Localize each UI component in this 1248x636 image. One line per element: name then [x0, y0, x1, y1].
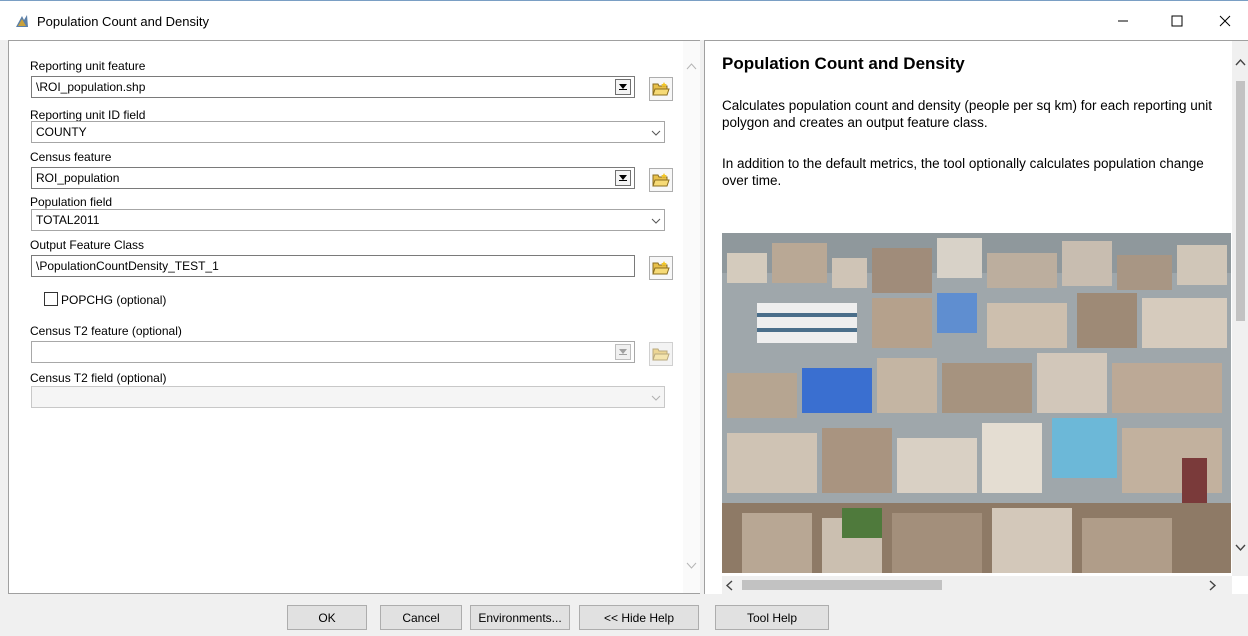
census-t2-field-select[interactable] [31, 386, 665, 408]
window-title: Population Count and Density [37, 14, 210, 29]
reporting-unit-feature-dropdown[interactable] [615, 79, 631, 95]
maximize-button[interactable] [1154, 7, 1200, 35]
close-button[interactable] [1202, 7, 1248, 35]
census-feature-browse-button[interactable] [649, 168, 673, 192]
reporting-unit-feature-browse-button[interactable] [649, 77, 673, 101]
help-horizontal-scroll-thumb[interactable] [742, 580, 942, 590]
reporting-unit-id-field-label: Reporting unit ID field [30, 108, 146, 122]
help-horizontal-scrollbar[interactable] [722, 576, 1232, 594]
dropdown-arrow-icon [619, 175, 627, 181]
parameter-panel: Reporting unit feature \ROI_population.s… [8, 40, 700, 594]
reporting-unit-feature-label: Reporting unit feature [30, 59, 146, 73]
hide-help-button[interactable]: << Hide Help [579, 605, 699, 630]
city-illustration-image [722, 233, 1231, 573]
help-description-extra: In addition to the default metrics, the … [722, 156, 1204, 188]
ok-button[interactable]: OK [287, 605, 367, 630]
folder-open-icon [652, 348, 670, 361]
census-feature-dropdown[interactable] [615, 170, 631, 186]
minimize-icon [1118, 20, 1128, 22]
reporting-unit-id-field-select[interactable]: COUNTY [31, 121, 665, 143]
population-field-label: Population field [30, 195, 113, 209]
dropdown-arrow-icon [619, 84, 627, 90]
folder-open-icon [652, 173, 670, 187]
arcgis-tool-icon [14, 13, 30, 29]
census-t2-feature-input[interactable] [31, 341, 635, 363]
population-field-select[interactable]: TOTAL2011 [31, 209, 665, 231]
census-t2-field-label: Census T2 field (optional) [30, 371, 167, 385]
help-description: Calculates population count and density … [722, 98, 1213, 130]
chevron-down-icon [651, 395, 661, 401]
tool-help-button[interactable]: Tool Help [715, 605, 829, 630]
census-t2-feature-dropdown[interactable] [615, 344, 631, 360]
dropdown-arrow-icon [619, 349, 627, 355]
scroll-up-icon[interactable] [686, 62, 697, 70]
minimize-button[interactable] [1100, 7, 1146, 35]
census-t2-feature-label: Census T2 feature (optional) [30, 324, 182, 338]
folder-open-icon [652, 261, 670, 275]
cancel-button[interactable]: Cancel [380, 605, 462, 630]
scroll-left-icon[interactable] [725, 580, 733, 591]
output-feature-class-input[interactable]: \PopulationCountDensity_TEST_1 [31, 255, 635, 277]
reporting-unit-feature-input[interactable]: \ROI_population.shp [31, 76, 635, 98]
help-vertical-scroll-thumb[interactable] [1236, 81, 1245, 321]
scroll-down-icon[interactable] [686, 562, 697, 570]
help-title: Population Count and Density [722, 54, 965, 73]
folder-open-icon [652, 82, 670, 96]
maximize-icon [1171, 15, 1183, 27]
output-feature-class-browse-button[interactable] [649, 256, 673, 280]
scroll-down-icon[interactable] [1235, 544, 1246, 552]
close-icon [1219, 15, 1231, 27]
output-feature-class-label: Output Feature Class [30, 238, 145, 252]
scroll-right-icon[interactable] [1209, 580, 1217, 591]
popchg-label: POPCHG (optional) [61, 293, 167, 307]
environments-button[interactable]: Environments... [470, 605, 570, 630]
chevron-down-icon [651, 130, 661, 136]
census-t2-feature-browse-button[interactable] [649, 342, 673, 366]
scroll-up-icon[interactable] [1235, 58, 1246, 66]
census-feature-input[interactable]: ROI_population [31, 167, 635, 189]
help-panel: Population Count and Density Calculates … [704, 40, 1248, 594]
title-bar: Population Count and Density [0, 0, 1248, 40]
chevron-down-icon [651, 218, 661, 224]
popchg-checkbox[interactable] [44, 292, 58, 306]
parameter-panel-scrollbar[interactable] [683, 41, 700, 593]
census-feature-label: Census feature [30, 150, 112, 164]
